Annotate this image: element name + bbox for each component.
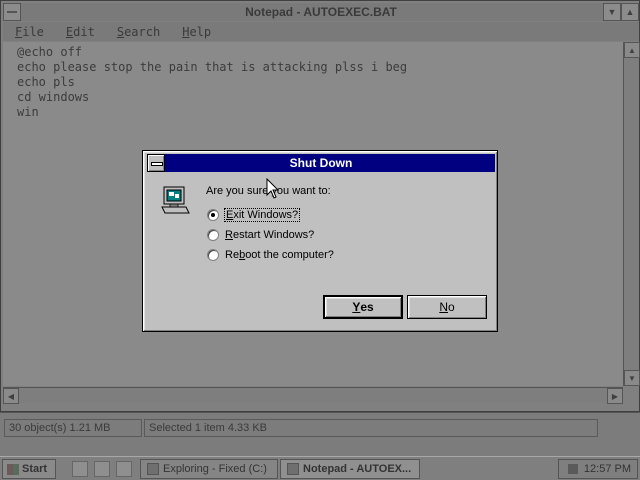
quick-launch-icon[interactable] (94, 461, 110, 477)
computer-icon (161, 186, 190, 214)
radio-exit-windows[interactable]: Exit Windows? (207, 207, 301, 223)
dialog-title: Shut Down (289, 156, 353, 170)
radio-button[interactable] (207, 229, 219, 241)
vertical-scrollbar[interactable]: ▲ ▼ (623, 42, 640, 386)
clock: 12:57 PM (583, 463, 631, 475)
radio-restart-windows[interactable]: Restart Windows? (207, 227, 314, 243)
menu-help[interactable]: Help (182, 25, 211, 39)
system-menu-icon[interactable] (147, 154, 165, 172)
quick-launch-icon[interactable] (72, 461, 88, 477)
menu-edit[interactable]: Edit (66, 25, 95, 39)
speaker-icon[interactable] (567, 464, 578, 474)
menu-search[interactable]: Search (117, 25, 160, 39)
scroll-up-icon[interactable]: ▲ (624, 42, 640, 58)
notepad-icon (287, 463, 299, 475)
notepad-titlebar[interactable]: Notepad - AUTOEXEC.BAT ▼ ▲ (3, 3, 639, 21)
radio-label: Restart Windows? (225, 229, 315, 241)
system-tray: 12:57 PM (558, 459, 638, 479)
shut-down-dialog: Shut Down Are you sure you want to: Exit… (142, 150, 498, 332)
taskbar-button-exploring[interactable]: Exploring - Fixed (C:) (140, 459, 278, 479)
maximize-icon[interactable]: ▲ (621, 3, 639, 21)
menu-file[interactable]: File (15, 25, 44, 39)
horizontal-scrollbar[interactable]: ◀ ▶ (3, 387, 623, 404)
explorer-status-bar: 30 object(s) 1.21 MB Selected 1 item 4.3… (0, 412, 640, 456)
windows-flag-icon (7, 463, 19, 475)
status-object-count: 30 object(s) 1.21 MB (4, 419, 142, 437)
scroll-down-icon[interactable]: ▼ (624, 370, 640, 386)
quick-launch-icon[interactable] (116, 461, 132, 477)
yes-button[interactable]: Yes (323, 295, 403, 319)
radio-button[interactable] (207, 249, 219, 261)
notepad-menubar: File Edit Search Help (3, 22, 639, 41)
no-button[interactable]: No (407, 295, 487, 319)
taskbar-button-notepad[interactable]: Notepad - AUTOEX... (280, 459, 420, 479)
radio-reboot-computer[interactable]: Reboot the computer? (207, 247, 334, 263)
taskbar: Start Exploring - Fixed (C:) Notepad - A… (0, 456, 640, 480)
notepad-title: Notepad - AUTOEXEC.BAT (245, 5, 397, 19)
status-selection: Selected 1 item 4.33 KB (144, 419, 598, 437)
scroll-right-icon[interactable]: ▶ (607, 388, 623, 404)
dialog-titlebar[interactable]: Shut Down (147, 154, 495, 172)
folder-icon (147, 463, 159, 475)
radio-label: Reboot the computer? (225, 249, 334, 261)
minimize-icon[interactable]: ▼ (603, 3, 621, 21)
system-menu-icon[interactable] (3, 3, 21, 21)
radio-label: Exit Windows? (223, 208, 301, 222)
radio-button[interactable] (207, 209, 219, 221)
scroll-left-icon[interactable]: ◀ (3, 388, 19, 404)
start-button[interactable]: Start (2, 459, 56, 479)
mouse-pointer-icon (266, 178, 280, 199)
